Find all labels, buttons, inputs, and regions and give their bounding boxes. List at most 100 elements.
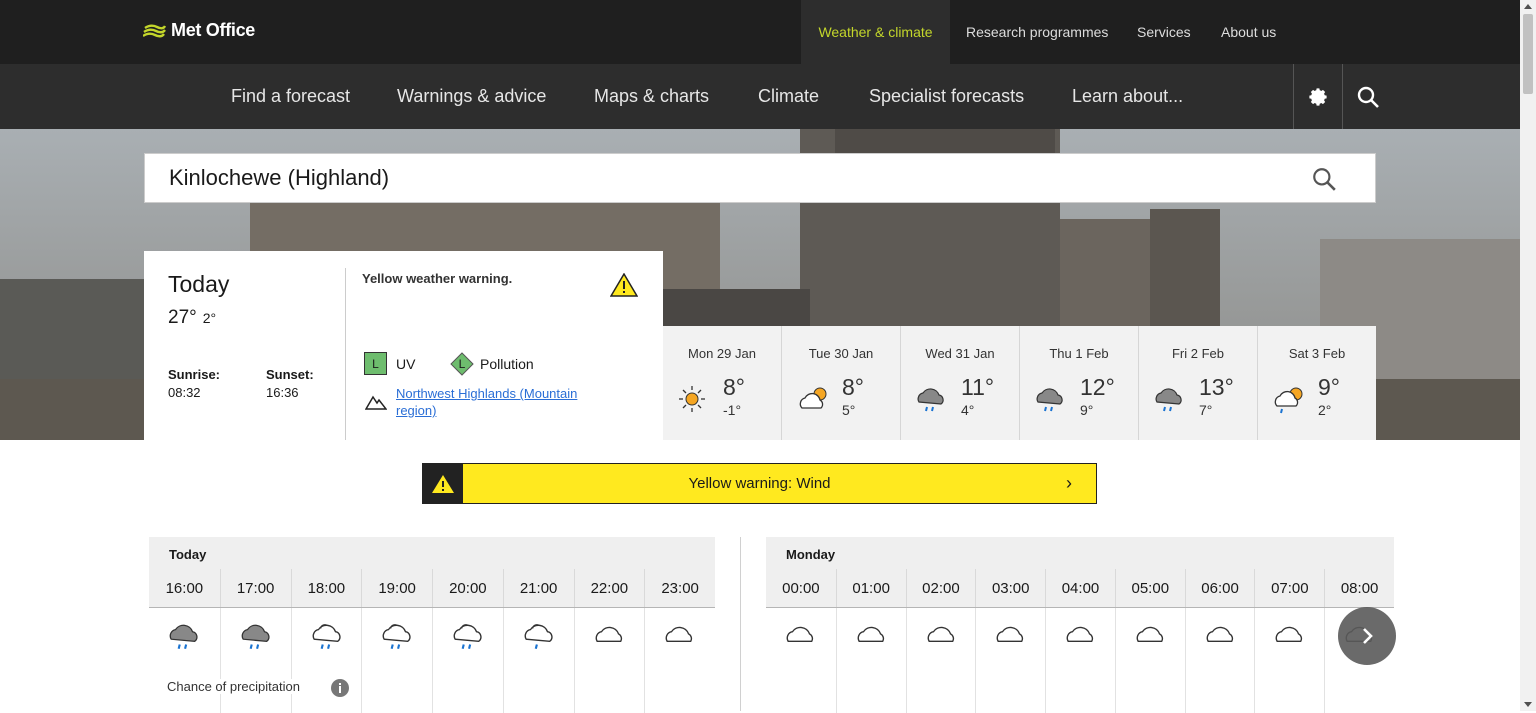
day-high: 13° <box>1199 374 1234 400</box>
info-icon[interactable] <box>331 679 349 697</box>
hour-weather-cell <box>361 608 432 713</box>
daily-forecast-strip: Mon 29 Jan 8° -1° Tue 30 Jan 8° 5° Wed 3… <box>663 326 1376 440</box>
nav-warnings-advice[interactable]: Warnings & advice <box>397 64 546 129</box>
hour-time: 02:00 <box>905 569 976 607</box>
sunset-time: 16:36 <box>266 385 299 400</box>
chance-of-precipitation-label: Chance of precipitation <box>167 679 306 694</box>
location-search-input[interactable] <box>169 164 1269 192</box>
main-nav: Find a forecast Warnings & advice Maps &… <box>0 64 1520 129</box>
day-high: 8° <box>842 374 864 400</box>
hour-time: 03:00 <box>975 569 1045 607</box>
topnav-about-us[interactable]: About us <box>1221 0 1276 64</box>
today-high: 27° <box>168 307 197 328</box>
day-high: 9° <box>1318 374 1340 400</box>
day-low: 2° <box>1318 402 1332 418</box>
hour-weather-cell <box>502 608 574 713</box>
hourly-day-label: Today <box>149 537 715 569</box>
hour-time: 00:00 <box>782 579 820 597</box>
today-low: 2° <box>202 310 217 326</box>
topnav-research-programmes[interactable]: Research programmes <box>966 0 1108 64</box>
nav-maps-charts[interactable]: Maps & charts <box>594 64 709 129</box>
hour-time: 21:00 <box>502 569 574 607</box>
day-low: 7° <box>1199 402 1213 418</box>
sunset-label: Sunset: <box>266 367 314 382</box>
sunrise-label: Sunrise: <box>168 367 221 382</box>
scrollbar-thumb[interactable] <box>1523 14 1533 94</box>
hour-weather-cell <box>432 608 503 713</box>
nav-specialist-forecasts[interactable]: Specialist forecasts <box>869 64 1024 129</box>
hourly-icon-row <box>149 608 715 713</box>
cloudy-icon <box>786 626 814 643</box>
today-title: Today <box>168 271 230 297</box>
warning-triangle-icon[interactable] <box>610 273 638 297</box>
topnav-label: Weather & climate <box>818 24 933 40</box>
nav-find-a-forecast[interactable]: Find a forecast <box>231 64 350 129</box>
light-rain-cloud-icon <box>382 624 411 650</box>
day-low: -1° <box>723 402 742 418</box>
nav-learn-about[interactable]: Learn about... <box>1072 64 1183 129</box>
wind-warning-banner[interactable]: Yellow warning: Wind › <box>422 463 1097 504</box>
pollution-level: L <box>458 357 466 371</box>
hourly-next-button[interactable] <box>1338 607 1396 665</box>
drizzle-cloud-icon <box>524 624 553 650</box>
day-tab[interactable]: Tue 30 Jan 8° 5° <box>782 326 901 440</box>
chevron-right-icon <box>1363 628 1373 644</box>
hourly-icon-row <box>766 608 1394 713</box>
day-name: Fri 2 Feb <box>1171 346 1224 361</box>
light-rain-cloud-icon <box>312 624 341 650</box>
cloudy-icon <box>1066 626 1094 643</box>
day-tab[interactable]: Sat 3 Feb 9° 2° <box>1258 326 1376 440</box>
pollution-label: Pollution <box>480 356 534 372</box>
day-tab[interactable]: Mon 29 Jan 8° -1° <box>663 326 782 440</box>
day-tab[interactable]: Wed 31 Jan 11° 4° <box>901 326 1020 440</box>
today-temperatures: 27° 2° <box>168 307 216 329</box>
scroll-up-arrow-icon[interactable] <box>1524 4 1532 9</box>
page-scrollbar[interactable] <box>1520 0 1536 711</box>
hour-time: 20:00 <box>432 569 503 607</box>
card-divider <box>345 268 346 440</box>
hour-weather-cell <box>905 608 976 713</box>
location-search <box>144 153 1376 203</box>
hour-time: 23:00 <box>644 569 715 607</box>
day-tab[interactable]: Fri 2 Feb 13° 7° <box>1139 326 1258 440</box>
cloudy-icon <box>927 626 954 643</box>
hour-weather-cell <box>975 608 1045 713</box>
hour-weather-cell <box>1184 608 1255 713</box>
hourly-time-row: 00:00 01:00 02:00 03:00 04:00 05:00 06:00 07:00… <box>766 569 1394 608</box>
topnav-weather-climate[interactable]: Weather & climate <box>801 0 950 64</box>
hour-time: 01:00 <box>835 569 906 607</box>
day-tab[interactable]: Thu 1 Feb 12° 9° <box>1020 326 1139 440</box>
light-rain-cloud-icon <box>453 624 482 650</box>
day-high: 11° <box>961 374 995 400</box>
nav-search-button[interactable] <box>1343 64 1393 129</box>
day-high: 8° <box>723 374 745 400</box>
nav-climate[interactable]: Climate <box>758 64 819 129</box>
hour-time: 07:00 <box>1254 569 1324 607</box>
cloudy-icon <box>595 626 622 643</box>
scroll-down-arrow-icon[interactable] <box>1524 702 1532 707</box>
mountain-icon <box>365 395 387 410</box>
cloudy-icon <box>1276 626 1303 643</box>
day-name: Mon 29 Jan <box>688 346 756 361</box>
search-icon <box>1357 86 1379 108</box>
warning-triangle-icon <box>432 474 454 493</box>
heavy-rain-cloud-icon <box>241 624 270 650</box>
light-rain-icon <box>1155 388 1182 412</box>
hour-time: 22:00 <box>573 569 645 607</box>
hour-weather-cell <box>766 608 836 713</box>
mountain-forecast-link[interactable]: Northwest Highlands (Mountain region) <box>396 385 616 419</box>
location-search-button[interactable] <box>1311 166 1339 194</box>
hour-weather-cell <box>219 608 291 713</box>
hour-weather-cell <box>1114 608 1185 713</box>
uv-level-badge: L <box>364 352 387 375</box>
topnav-label: Research programmes <box>966 24 1109 40</box>
hour-time: 05:00 <box>1114 569 1185 607</box>
hour-time: 08:00 <box>1324 569 1394 607</box>
met-office-logo[interactable]: Met Office <box>143 20 255 41</box>
hour-time: 19:00 <box>361 569 432 607</box>
sunny-shower-icon <box>1274 387 1303 414</box>
settings-button[interactable] <box>1293 64 1343 129</box>
topnav-services[interactable]: Services <box>1137 0 1191 64</box>
sunny-icon <box>679 386 705 412</box>
day-high: 12° <box>1080 374 1115 400</box>
